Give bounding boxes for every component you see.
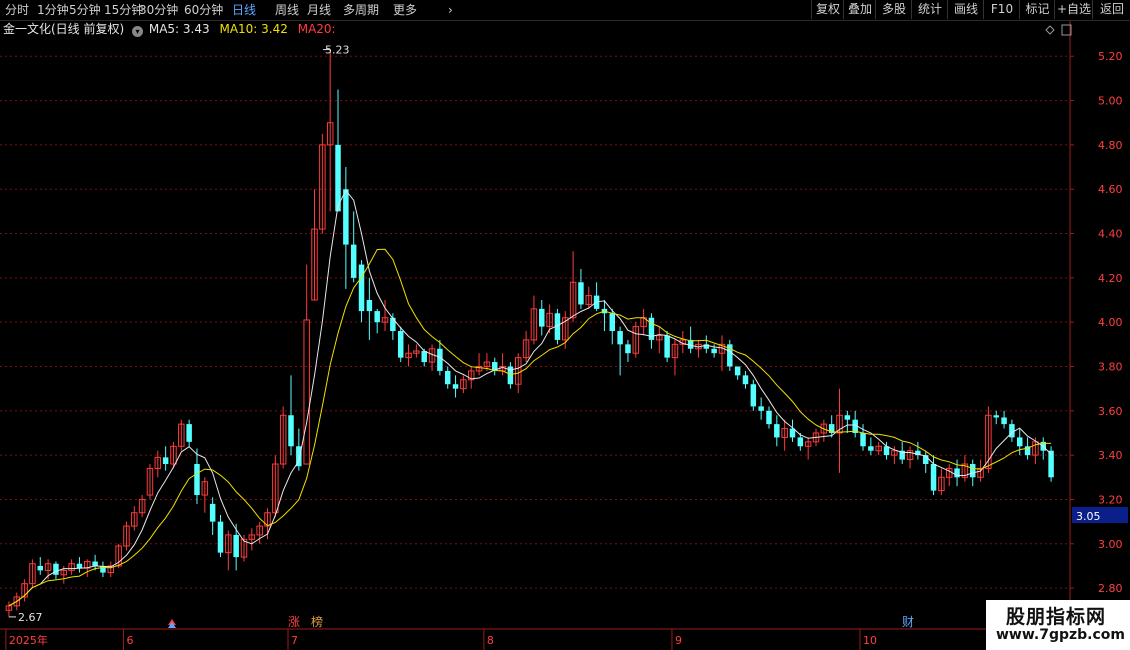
tab-4[interactable]: 30分钟 bbox=[139, 2, 178, 18]
candle-body bbox=[53, 563, 59, 575]
candle-body bbox=[194, 464, 200, 496]
toolbar-button-3[interactable]: 统计 bbox=[911, 0, 948, 19]
period-toolbar: 分时 1分钟 5分钟 15分钟 30分钟 60分钟 日线 周线 月线 多周期 更多 › 复权 叠加 多股… bbox=[0, 0, 1130, 21]
candle-body bbox=[930, 464, 937, 491]
candle-body bbox=[993, 415, 999, 418]
candle-body bbox=[734, 366, 741, 376]
candle-body bbox=[758, 406, 764, 411]
tab-6[interactable]: 日线 bbox=[232, 2, 256, 18]
min-price-label: 2.67 bbox=[18, 611, 43, 624]
tab-1[interactable]: 1分钟 bbox=[37, 2, 69, 18]
candle-body bbox=[358, 264, 365, 312]
tab-10[interactable]: 更多 bbox=[393, 2, 417, 18]
candle-body bbox=[350, 244, 357, 278]
toolbar-button-6[interactable]: 标记 bbox=[1019, 0, 1055, 19]
tab-8[interactable]: 月线 bbox=[307, 2, 331, 18]
toolbar-button-0[interactable]: 复权 bbox=[811, 0, 844, 19]
candle-body bbox=[742, 375, 749, 385]
y-tick-label: 4.40 bbox=[1098, 228, 1123, 241]
y-tick-label: 4.80 bbox=[1098, 139, 1123, 152]
toolbar-button-7[interactable]: +自选 bbox=[1054, 0, 1093, 19]
candle-body bbox=[186, 424, 192, 442]
x-tick-label: 8 bbox=[487, 634, 494, 647]
candle-body bbox=[750, 384, 757, 407]
toolbar-button-8[interactable]: 返回 bbox=[1092, 0, 1130, 19]
toolbar-button-4[interactable]: 画线 bbox=[947, 0, 984, 19]
candle-body bbox=[343, 189, 349, 245]
candle-body bbox=[625, 344, 631, 354]
candle-body bbox=[444, 370, 451, 385]
x-tick-label: 9 bbox=[675, 634, 682, 647]
y-tick-label: 2.80 bbox=[1098, 582, 1123, 595]
current-price-label: 3.05 bbox=[1076, 510, 1101, 523]
tab-7[interactable]: 周线 bbox=[275, 2, 299, 18]
candle-body bbox=[969, 464, 976, 478]
candle-body bbox=[421, 350, 427, 363]
candle-body bbox=[390, 317, 396, 332]
ma10-line bbox=[8, 248, 1052, 607]
candle-body bbox=[76, 563, 83, 569]
tab-3[interactable]: 15分钟 bbox=[104, 2, 143, 18]
logo-url: www.7gpzb.com bbox=[996, 627, 1126, 643]
candle-body bbox=[397, 331, 404, 358]
more-arrow-icon[interactable]: › bbox=[448, 2, 453, 18]
candle-body bbox=[797, 437, 804, 447]
toolbar-button-1[interactable]: 叠加 bbox=[843, 0, 876, 19]
y-tick-label: 5.20 bbox=[1098, 50, 1123, 63]
candle-body bbox=[1016, 437, 1023, 447]
candle-body bbox=[366, 300, 373, 312]
toolbar-button-2[interactable]: 多股 bbox=[875, 0, 912, 19]
cai-marker: 财 bbox=[902, 615, 914, 629]
candle-body bbox=[303, 319, 310, 465]
candle-body bbox=[868, 446, 874, 451]
candle-body bbox=[844, 415, 851, 420]
candle-body bbox=[766, 410, 772, 425]
watermark-logo: 股朋指标网 www.7gpzb.com bbox=[986, 600, 1130, 650]
y-tick-label: 4.00 bbox=[1098, 316, 1123, 329]
x-tick-label: 7 bbox=[291, 634, 298, 647]
candle-body bbox=[578, 282, 584, 305]
candle-body bbox=[162, 457, 169, 465]
candle-body bbox=[860, 432, 866, 447]
candle-body bbox=[437, 348, 443, 371]
candle-body bbox=[374, 311, 380, 323]
tab-5[interactable]: 60分钟 bbox=[184, 2, 223, 18]
candle-body bbox=[1009, 424, 1015, 438]
bang-marker: 榜 bbox=[311, 614, 323, 629]
candle-body bbox=[1001, 417, 1007, 425]
y-tick-label: 3.40 bbox=[1098, 449, 1123, 462]
candle-body bbox=[288, 415, 294, 447]
x-tick-label: 10 bbox=[863, 634, 877, 647]
candle-body bbox=[233, 534, 239, 558]
candle-body bbox=[452, 384, 459, 389]
y-tick-label: 3.20 bbox=[1098, 493, 1123, 506]
tab-9[interactable]: 多周期 bbox=[343, 2, 379, 18]
y-tick-label: 3.60 bbox=[1098, 405, 1123, 418]
x-tick-label: 2025年 bbox=[9, 633, 48, 647]
kline-chart[interactable]: 2.80 3.00 3.20 3.40 3.60 3.80 4.00 4.20 4.40 4.60… bbox=[0, 21, 1130, 650]
candle-body bbox=[37, 565, 44, 571]
y-tick-label: 5.00 bbox=[1098, 95, 1123, 108]
zhang-marker: 涨 bbox=[288, 614, 300, 629]
candle-body bbox=[617, 331, 623, 345]
diamond-icon bbox=[1045, 25, 1055, 35]
logo-title: 股朋指标网 bbox=[1006, 606, 1107, 628]
candle-body bbox=[539, 308, 545, 327]
y-tick-label: 3.80 bbox=[1098, 360, 1123, 373]
tab-0[interactable]: 分时 bbox=[5, 2, 29, 18]
y-tick-label: 4.60 bbox=[1098, 183, 1123, 196]
tab-2[interactable]: 5分钟 bbox=[69, 2, 101, 18]
y-tick-label: 3.00 bbox=[1098, 538, 1123, 551]
candle-body bbox=[209, 503, 216, 522]
candle-body bbox=[664, 335, 670, 358]
candle-body bbox=[92, 561, 98, 566]
candle-body bbox=[711, 348, 717, 354]
candle-body bbox=[774, 424, 780, 438]
candle-body bbox=[1048, 450, 1054, 478]
x-tick-label: 6 bbox=[126, 634, 133, 647]
candle-body bbox=[217, 521, 224, 553]
toolbar-button-5[interactable]: F10 bbox=[983, 0, 1020, 19]
candle-body bbox=[609, 313, 616, 332]
y-tick-label: 4.20 bbox=[1098, 272, 1123, 285]
